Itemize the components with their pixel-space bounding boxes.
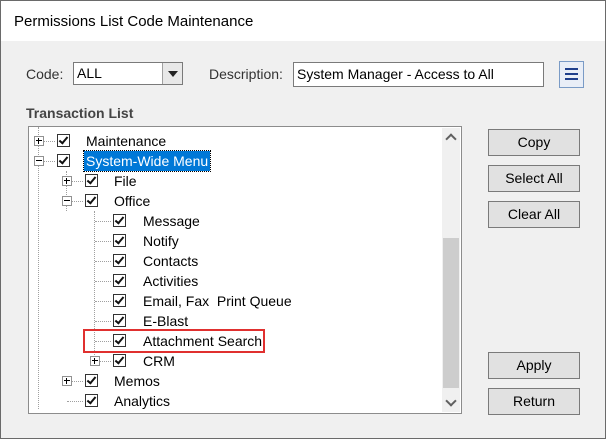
code-value: ALL	[77, 65, 102, 81]
tree-item-label: Maintenance	[86, 133, 167, 149]
checkbox[interactable]	[85, 394, 98, 407]
checkbox[interactable]	[113, 314, 126, 327]
tree-item-maintenance[interactable]: Maintenance	[29, 131, 439, 151]
tree-item-notify[interactable]: Notify	[29, 231, 439, 251]
clear-all-button[interactable]: Clear All	[488, 201, 580, 228]
tree-item-label: Message	[143, 213, 200, 229]
tree-item-label: Notify	[143, 233, 179, 249]
transaction-list-title: Transaction List	[26, 105, 134, 121]
tree-item-label: CRM	[143, 353, 175, 369]
expand-icon[interactable]	[90, 356, 100, 366]
code-label: Code:	[26, 66, 64, 82]
tree-item-system-wide-menu[interactable]: System-Wide Menu	[29, 150, 439, 172]
title-bar: Permissions List Code Maintenance	[1, 1, 605, 41]
checkbox[interactable]	[85, 374, 98, 387]
list-menu-button[interactable]	[559, 61, 584, 88]
checkbox[interactable]	[113, 214, 126, 227]
description-label: Description:	[209, 66, 283, 82]
scroll-down-icon[interactable]	[442, 394, 460, 412]
checkbox[interactable]	[57, 134, 70, 147]
checkbox[interactable]	[113, 254, 126, 267]
checkbox[interactable]	[113, 274, 126, 287]
tree-item-analytics[interactable]: Analytics	[29, 391, 439, 411]
tree-item-file[interactable]: File	[29, 171, 439, 191]
scroll-up-icon[interactable]	[442, 128, 460, 146]
copy-button[interactable]: Copy	[488, 129, 580, 156]
tree-item-label: Memos	[114, 373, 160, 389]
tree-item-e-blast[interactable]: E-Blast	[29, 311, 439, 331]
window-title: Permissions List Code Maintenance	[14, 13, 254, 30]
permissions-window: Permissions List Code Maintenance Code: …	[0, 0, 606, 439]
expand-icon[interactable]	[34, 136, 44, 146]
tree-item-label: Office	[114, 193, 151, 209]
tree-item-label: File	[114, 173, 137, 189]
checkbox[interactable]	[85, 174, 98, 187]
checkbox[interactable]	[57, 154, 70, 167]
select-all-button[interactable]: Select All	[488, 165, 580, 192]
description-value: System Manager - Access to All	[297, 66, 494, 82]
checkbox[interactable]	[113, 294, 126, 307]
code-dropdown[interactable]: ALL	[73, 62, 183, 85]
return-button[interactable]: Return	[488, 388, 580, 415]
apply-button[interactable]: Apply	[488, 352, 580, 379]
tree-item-message[interactable]: Message	[29, 211, 439, 231]
checkbox[interactable]	[113, 234, 126, 247]
checkbox[interactable]	[113, 354, 126, 367]
tree-item-label: Email, Fax Print Queue	[143, 293, 292, 309]
tree-item-label: Contacts	[143, 253, 199, 269]
expand-icon[interactable]	[62, 376, 72, 386]
collapse-icon[interactable]	[34, 156, 44, 166]
tree-item-email-fax-print-queue[interactable]: Email, Fax Print Queue	[29, 291, 439, 311]
tree-item-memos[interactable]: Memos	[29, 371, 439, 391]
tree-item-label: E-Blast	[143, 313, 189, 329]
tree-item-activities[interactable]: Activities	[29, 271, 439, 291]
collapse-icon[interactable]	[62, 196, 72, 206]
scroll-thumb[interactable]	[443, 238, 459, 388]
highlight-box	[83, 329, 265, 353]
tree-item-office[interactable]: Office	[29, 191, 439, 211]
tree-item-crm[interactable]: CRM	[29, 351, 439, 371]
tree-item-label: Activities	[143, 273, 199, 289]
tree-item-label: System-Wide Menu	[82, 150, 212, 172]
transaction-tree[interactable]: Maintenance System-Wide Menu File Office	[28, 126, 462, 414]
tree-scrollbar[interactable]	[442, 128, 460, 412]
expand-icon[interactable]	[62, 176, 72, 186]
checkbox[interactable]	[85, 194, 98, 207]
description-field[interactable]: System Manager - Access to All	[293, 62, 544, 87]
chevron-down-icon[interactable]	[162, 63, 182, 84]
tree-item-label: Analytics	[114, 393, 171, 409]
tree-item-contacts[interactable]: Contacts	[29, 251, 439, 271]
